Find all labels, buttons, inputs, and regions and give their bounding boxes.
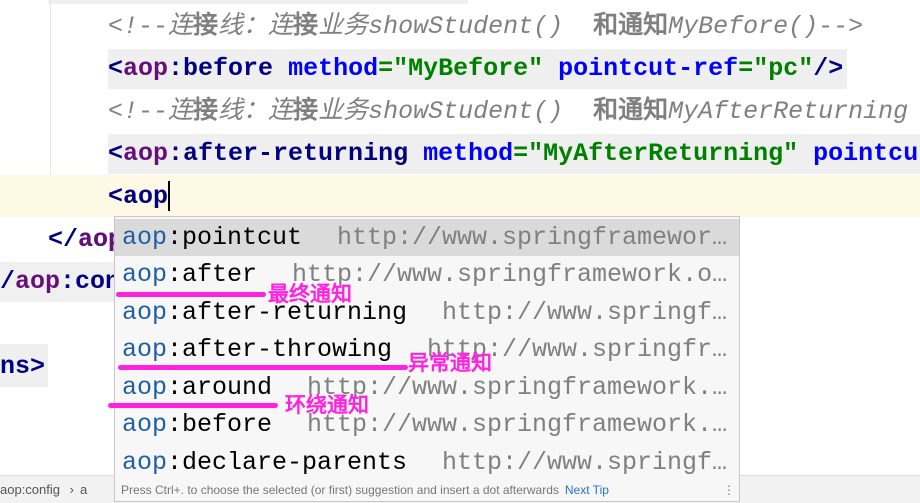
text-caret — [168, 181, 171, 212]
editor-top-highlight — [48, 0, 468, 4]
completion-item-before[interactable]: aop:before http://www.springframework.… — [115, 406, 739, 443]
code-line-comment[interactable]: <!--连接线：连接业务showStudent() 和通知MyBefore()-… — [108, 7, 863, 47]
breadcrumb-aop-config[interactable]: aop:config — [0, 482, 60, 497]
annotation-label-after: 最终通知 — [268, 282, 352, 306]
completion-hint: Press Ctrl+. to choose the selected (or … — [121, 483, 559, 497]
completion-footer: Press Ctrl+. to choose the selected (or … — [115, 479, 745, 501]
annotation-label-around: 环绕通知 — [285, 393, 369, 417]
next-tip-link[interactable]: Next Tip — [565, 483, 609, 497]
annotation-underline-around — [108, 403, 278, 408]
code-line-after-returning[interactable]: <aop:after-returning method="MyAfterRetu… — [108, 134, 920, 174]
more-options-icon[interactable]: ⋮ — [723, 479, 735, 501]
code-line-comment[interactable]: <!--连接线：连接业务showStudent() 和通知MyAfterRetu… — [108, 92, 908, 132]
completion-item-after-returning[interactable]: aop:after-returning http://www.springf… — [115, 294, 739, 331]
breadcrumb-item[interactable]: a — [80, 482, 87, 497]
annotation-label-after-throwing: 异常通知 — [408, 351, 492, 375]
code-line-before[interactable]: <aop:before method="MyBefore" pointcut-r… — [108, 49, 848, 89]
breadcrumb-separator: › — [69, 482, 74, 497]
code-close-beans[interactable]: ns> — [0, 344, 48, 387]
annotation-underline-after-throwing — [118, 365, 408, 370]
code-line-current[interactable]: <aop — [108, 177, 171, 217]
code-close-config[interactable]: /aop:con — [0, 262, 131, 302]
completion-item-declare-parents[interactable]: aop:declare-parents http://www.springf… — [115, 444, 739, 481]
completion-item-after[interactable]: aop:after http://www.springframework.o… — [115, 256, 739, 293]
annotation-underline-after — [116, 292, 266, 297]
indent-guide — [50, 0, 51, 175]
completion-item-pointcut[interactable]: aop:pointcut http://www.springframewor… — [115, 219, 739, 256]
